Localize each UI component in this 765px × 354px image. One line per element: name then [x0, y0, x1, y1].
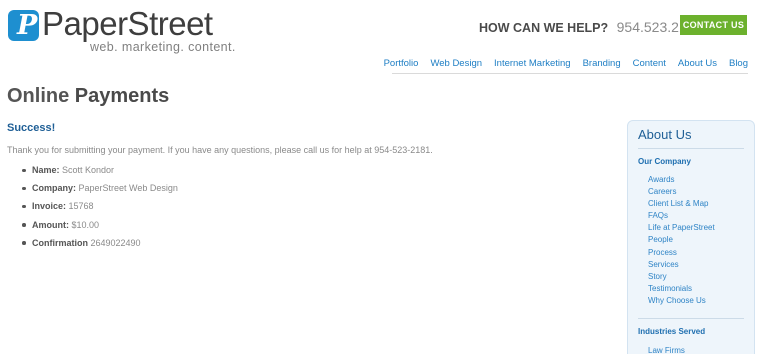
sidebar-title: About Us [638, 127, 692, 142]
sidebar-link-awards[interactable]: Awards [648, 175, 715, 187]
nav-item-about-us[interactable]: About Us [678, 57, 717, 71]
sidebar-link-people[interactable]: People [648, 235, 715, 247]
detail-invoice: Invoice: 15768 [22, 200, 178, 218]
logo-tagline: web. marketing. content. [90, 40, 236, 54]
contact-us-button[interactable]: CONTACT US [680, 15, 747, 35]
page-title: Online Payments [7, 85, 170, 107]
sidebar-link-careers[interactable]: Careers [648, 187, 715, 199]
sidebar-link-testimonials[interactable]: Testimonials [648, 284, 715, 296]
confirmation-message: Thank you for submitting your payment. I… [7, 145, 433, 155]
nav-item-content[interactable]: Content [633, 57, 666, 71]
sidebar-heading-our-company[interactable]: Our Company [638, 157, 691, 167]
sidebar-industry-links: Law Firms [648, 346, 685, 354]
nav-item-portfolio[interactable]: Portfolio [384, 57, 419, 71]
sidebar-link-story[interactable]: Story [648, 272, 715, 284]
about-us-sidebar: About Us Our Company Awards Careers Clie… [627, 120, 755, 354]
nav-item-blog[interactable]: Blog [729, 57, 748, 71]
logo[interactable]: P PaperStreet web. marketing. content. [8, 5, 235, 55]
sidebar-link-life[interactable]: Life at PaperStreet [648, 223, 715, 235]
sidebar-link-law-firms[interactable]: Law Firms [648, 346, 685, 354]
sidebar-company-links: Awards Careers Client List & Map FAQs Li… [648, 175, 715, 308]
logo-name: PaperStreet [42, 5, 213, 42]
detail-name: Name: Scott Kondor [22, 164, 178, 182]
nav-item-web-design[interactable]: Web Design [430, 57, 482, 71]
payment-details-list: Name: Scott Kondor Company: PaperStreet … [22, 164, 178, 255]
sidebar-link-services[interactable]: Services [648, 260, 715, 272]
help-line: HOW CAN WE HELP? 954.523.2181 [479, 18, 702, 37]
success-heading: Success! [7, 122, 56, 134]
sidebar-link-why-choose-us[interactable]: Why Choose Us [648, 296, 715, 308]
sidebar-link-faqs[interactable]: FAQs [648, 211, 715, 223]
sidebar-link-process[interactable]: Process [648, 248, 715, 260]
sidebar-divider [638, 318, 744, 319]
detail-confirmation: Confirmation 2649022490 [22, 237, 178, 255]
main-nav: Portfolio Web Design Internet Marketing … [372, 57, 748, 71]
nav-item-internet-marketing[interactable]: Internet Marketing [494, 57, 571, 71]
sidebar-divider [638, 148, 744, 149]
nav-item-branding[interactable]: Branding [583, 57, 621, 71]
detail-amount: Amount: $10.00 [22, 219, 178, 237]
detail-company: Company: PaperStreet Web Design [22, 182, 178, 200]
help-label: HOW CAN WE HELP? [479, 21, 609, 35]
sidebar-heading-industries[interactable]: Industries Served [638, 327, 705, 337]
sidebar-link-client-list[interactable]: Client List & Map [648, 199, 715, 211]
logo-mark-icon: P [8, 10, 39, 41]
nav-divider [392, 73, 748, 74]
